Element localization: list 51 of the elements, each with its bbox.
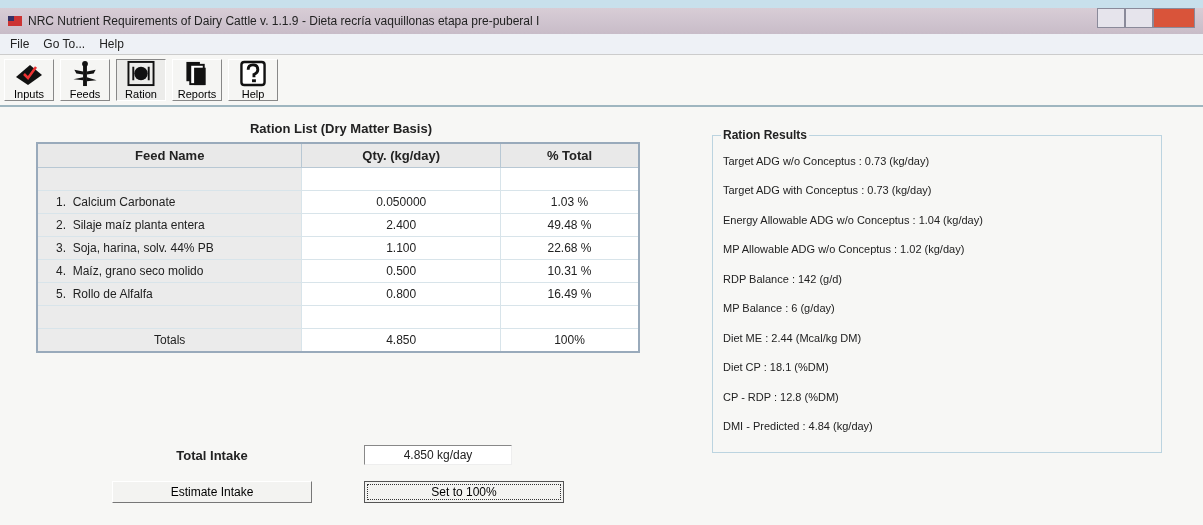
result-line: MP Balance : 6 (g/day) (723, 301, 836, 317)
result-line: Energy Allowable ADG w/o Conceptus : 1.04 (kg/day) (723, 212, 984, 228)
result-line: CP - RDP : 12.8 (%DM) (723, 389, 840, 405)
result-line: Diet CP : 18.1 (%DM) (723, 360, 830, 376)
menu-item[interactable]: File (10, 37, 30, 51)
table-cell: 49.48 % (500, 213, 639, 237)
table-cell: 0.800 (301, 282, 501, 306)
table-cell: 1. Calcium Carbonate (37, 190, 302, 214)
toolbar-button[interactable]: Inputs (4, 59, 54, 101)
table-cell: 2.400 (301, 213, 501, 237)
column-header: % Total (500, 143, 639, 168)
table-cell: 0.050000 (301, 190, 501, 214)
table-cell: 3. Soja, harina, solv. 44% PB (37, 236, 302, 260)
help-icon (238, 60, 268, 87)
menu-item[interactable]: Help (99, 37, 124, 51)
table-cell: 10.31 % (500, 259, 639, 283)
panel-title: Ration Results (721, 128, 809, 142)
table-cell: Totals (37, 328, 302, 352)
table-cell: 4. Maíz, grano seco molido (37, 259, 302, 283)
toolbar-button[interactable]: Feeds (60, 59, 110, 101)
result-line: Target ADG with Conceptus : 0.73 (kg/day) (723, 183, 933, 199)
maximize-button[interactable] (1125, 8, 1153, 28)
column-header: Feed Name (37, 143, 302, 168)
table-cell: 1.03 % (500, 190, 639, 214)
result-line: Diet ME : 2.44 (Mcal/kg DM) (723, 330, 863, 346)
table-cell: 0.500 (301, 259, 501, 283)
minimize-button[interactable] (1097, 8, 1125, 28)
table-cell: 22.68 % (500, 236, 639, 260)
action-button[interactable]: Estimate Intake (112, 481, 312, 503)
table-cell: 4.850 (301, 328, 501, 352)
plate-icon (126, 60, 156, 87)
toolbar-button[interactable]: Reports (172, 59, 222, 101)
menu-item[interactable]: Go To... (43, 37, 86, 51)
table-cell: 2. Silaje maíz planta entera (37, 213, 302, 237)
toolbar-button[interactable]: Help (228, 59, 278, 101)
table-cell: 16.49 % (500, 282, 639, 306)
toolbar-button[interactable]: Ration (116, 59, 166, 101)
window-title: NRC Nutrient Requirements of Dairy Cattle v. 1.1.9 - Dieta recría vaquillonas etapa pre-puberal I (28, 14, 540, 28)
column-header: Qty. (kg/day) (301, 143, 501, 168)
action-button[interactable]: Set to 100% (364, 481, 564, 503)
table-cell: 1.100 (301, 236, 501, 260)
result-line: Target ADG w/o Conceptus : 0.73 (kg/day) (723, 153, 931, 169)
total-intake-label: Total Intake (175, 447, 249, 463)
table-title: Ration List (Dry Matter Basis) (248, 121, 433, 136)
table-cell: 100% (500, 328, 639, 352)
result-line: DMI - Predicted : 4.84 (kg/day) (723, 419, 874, 435)
result-line: MP Allowable ADG w/o Conceptus : 1.02 (kg/day) (723, 242, 966, 258)
flag-icon (8, 16, 22, 26)
total-intake-field[interactable]: 4.850 kg/day (364, 445, 512, 465)
result-line: RDP Balance : 142 (g/d) (723, 271, 844, 287)
table-cell: 5. Rollo de Alfalfa (37, 282, 302, 306)
